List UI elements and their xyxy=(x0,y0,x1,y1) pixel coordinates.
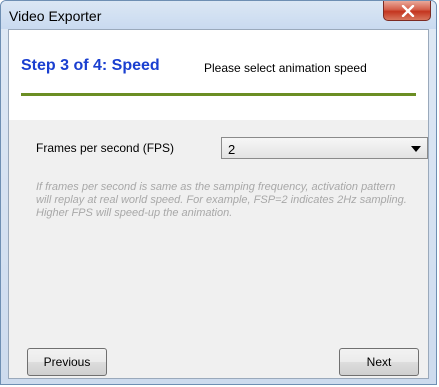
fps-label: Frames per second (FPS) xyxy=(36,141,175,155)
wizard-body: Frames per second (FPS) 2 If frames per … xyxy=(9,120,428,378)
wizard-panel: Step 3 of 4: Speed Please select animati… xyxy=(8,29,429,379)
step-description: Please select animation speed xyxy=(204,61,367,75)
fps-dropdown[interactable]: 2 xyxy=(221,137,428,159)
window-title: Video Exporter xyxy=(9,8,102,24)
step-title: Step 3 of 4: Speed xyxy=(21,57,160,74)
previous-button[interactable]: Previous xyxy=(27,348,107,376)
next-button[interactable]: Next xyxy=(339,348,419,376)
dropdown-arrow-icon xyxy=(411,146,421,152)
title-bar[interactable]: Video Exporter xyxy=(1,1,436,29)
wizard-header: Step 3 of 4: Speed Please select animati… xyxy=(9,30,428,118)
fps-selected-value: 2 xyxy=(228,142,236,157)
video-exporter-window: Video Exporter Step 3 of 4: Speed Please… xyxy=(0,0,437,385)
fps-help-text: If frames per second is same as the samp… xyxy=(36,181,407,219)
close-button[interactable] xyxy=(383,1,431,21)
header-divider xyxy=(21,93,416,96)
close-icon xyxy=(401,5,415,17)
